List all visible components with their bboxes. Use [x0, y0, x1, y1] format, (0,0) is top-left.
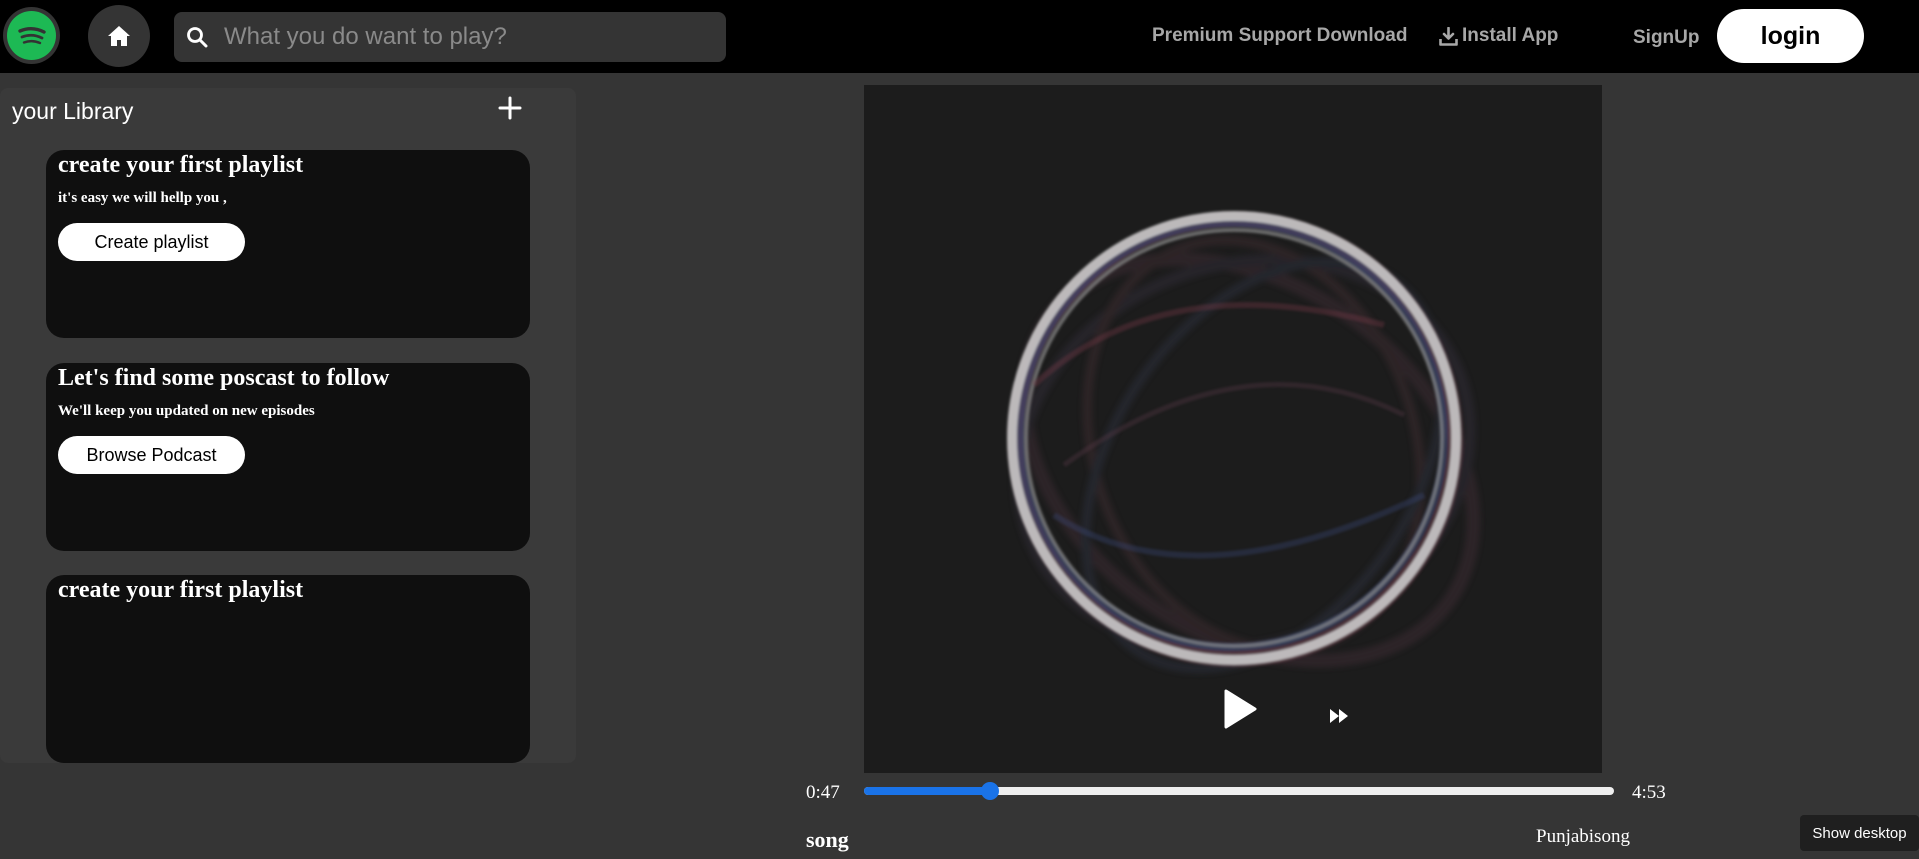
current-time: 0:47 [806, 782, 840, 803]
card-title: create your first playlist [58, 577, 304, 603]
browse-podcast-button[interactable]: Browse Podcast [58, 436, 245, 474]
spotify-logo-icon [7, 11, 56, 60]
show-desktop-button[interactable]: Show desktop [1800, 815, 1919, 851]
library-title: your Library [12, 98, 134, 124]
search-input[interactable] [224, 12, 714, 62]
card-subtitle: We'll keep you updated on new episodes [58, 403, 315, 419]
progress-fill [864, 787, 990, 795]
create-playlist-card-2: create your first playlist [46, 575, 530, 763]
top-bar: Premium Support Download Install App Sig… [0, 0, 1919, 73]
card-title: create your first playlist [58, 152, 304, 178]
create-playlist-card: create your first playlist it's easy we … [46, 150, 530, 338]
progress-slider[interactable] [864, 782, 1614, 800]
artist-name: Punjabisong [1536, 826, 1630, 847]
card-title: Let's find some poscast to follow [58, 365, 390, 391]
ring-visualizer-artwork [1007, 211, 1481, 674]
card-subtitle: it's easy we will hellp you , [58, 190, 227, 206]
library-panel: your Library create your first playlist … [0, 88, 576, 763]
total-time: 4:53 [1632, 782, 1666, 803]
login-button[interactable]: login [1717, 9, 1864, 63]
search-icon [187, 27, 208, 48]
premium-support-download-link[interactable]: Premium Support Download [1152, 25, 1407, 47]
home-button[interactable] [88, 5, 150, 67]
search-bar [174, 12, 726, 62]
fast-forward-icon[interactable] [1329, 708, 1349, 724]
play-icon[interactable] [1222, 688, 1258, 730]
spotify-logo[interactable] [3, 7, 60, 64]
song-title: song [806, 827, 849, 852]
download-icon [1439, 26, 1458, 46]
podcast-card: Let's find some poscast to follow We'll … [46, 363, 530, 551]
plus-icon[interactable] [494, 92, 526, 124]
install-app-label: Install App [1462, 25, 1559, 46]
signup-link[interactable]: SignUp [1633, 27, 1700, 49]
progress-thumb[interactable] [981, 782, 999, 800]
create-playlist-button[interactable]: Create playlist [58, 223, 245, 261]
install-app-link[interactable]: Install App [1439, 25, 1558, 47]
home-icon [108, 26, 130, 46]
album-cover [864, 85, 1602, 773]
